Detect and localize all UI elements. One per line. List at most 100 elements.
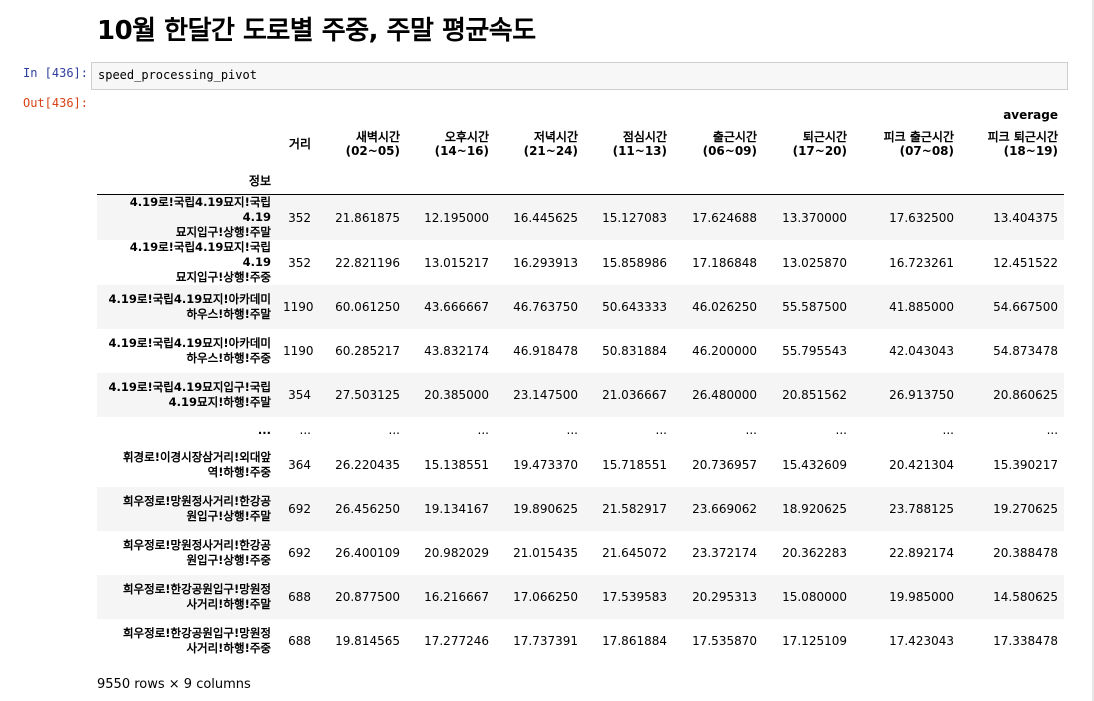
table-cell: 17.186848	[692, 255, 757, 270]
table-cell: ...	[655, 423, 667, 437]
table-cell: 352	[288, 210, 311, 225]
row-index-line1: 희우정로!한강공원입구!망원정	[122, 626, 271, 640]
column-header-line1: 피크 퇴근시간	[987, 130, 1059, 144]
table-cell: 50.643333	[602, 300, 667, 314]
table-row: 4.19로!국립4.19묘지입구!국립 4.19묘지!하행!주말 354 27.503…	[97, 373, 1065, 417]
table-cell: 688	[288, 634, 311, 648]
table-cell: 13.404375	[993, 210, 1059, 225]
column-header-line1: 점심시간	[622, 130, 667, 144]
table-cell: 12.195000	[424, 210, 489, 225]
table-cell: ...	[388, 423, 400, 437]
column-header-line1: 저녁시간	[533, 130, 578, 144]
row-index: 4.19로!국립4.19묘지!국립4.19 묘지입구!상행!주말	[97, 195, 277, 241]
table-cell: 15.432609	[782, 458, 847, 472]
table-cell: 50.831884	[602, 344, 667, 358]
table-row: 희우정로!망원정사거리!한강공 원입구!상행!주말 692 26.456250 19.1…	[97, 487, 1065, 531]
table-cell: 19.473370	[513, 458, 578, 472]
table-cell: ...	[299, 423, 311, 437]
table-row: 4.19로!국립4.19묘지!아카데미 하우스!하행!주중 1190 60.28521…	[97, 329, 1064, 373]
table-cell: 20.982029	[424, 546, 489, 560]
table-cell: 14.580625	[993, 590, 1059, 604]
table-cell: 54.873478	[993, 344, 1059, 358]
row-index-line2: 원입구!상행!주중	[186, 553, 271, 567]
table-cell: ...	[835, 423, 847, 437]
dataframe-output: average 거리 새벽시간 (02~05) 오후시간 (14~16) 저녁시간 (21~…	[97, 100, 1065, 664]
column-header: 새벽시간 (02~05)	[317, 122, 406, 166]
output-prompt: Out[436]:	[22, 96, 88, 110]
table-body: 4.19로!국립4.19묘지!국립4.19 묘지입구!상행!주말 352 21.861…	[97, 194, 1065, 664]
row-index-line2: 사거리!하행!주중	[186, 641, 271, 655]
column-header-line2: (07~08)	[899, 144, 954, 158]
table-cell: 15.390217	[993, 458, 1059, 472]
row-index: 4.19로!국립4.19묘지입구!국립 4.19묘지!하행!주말	[97, 373, 277, 417]
row-index-line2: 역!하행!주중	[207, 465, 271, 479]
table-cell: ...	[1046, 423, 1059, 437]
table-cell: 20.860625	[993, 388, 1059, 402]
row-index: 희우정로!한강공원입구!망원정 사거리!하행!주말	[97, 575, 277, 619]
table-cell: 46.763750	[513, 300, 578, 314]
column-header: 피크 출근시간 (07~08)	[853, 122, 960, 166]
column-header-line1: 새벽시간	[355, 130, 400, 144]
row-index: 4.19로!국립4.19묘지!아카데미 하우스!하행!주중	[97, 329, 277, 373]
table-cell: 17.423043	[889, 634, 954, 648]
index-name: 정보	[97, 166, 277, 195]
table-cell: 20.877500	[335, 590, 400, 604]
table-cell: 27.503125	[335, 388, 400, 402]
table-cell: 22.892174	[889, 546, 954, 560]
input-prompt: In [436]:	[22, 66, 88, 80]
table-row: 4.19로!국립4.19묘지!국립4.19 묘지입구!상행!주중 352 22.821…	[97, 240, 1064, 285]
table-cell: 55.795543	[782, 344, 847, 358]
table-cell: 17.277246	[424, 634, 489, 648]
table-cell: 15.718551	[602, 458, 667, 472]
column-header: 저녁시간 (21~24)	[495, 122, 584, 166]
column-header-line2: (11~13)	[612, 144, 667, 158]
table-cell: 17.737391	[513, 634, 578, 648]
column-header-line2: (06~09)	[702, 144, 757, 158]
row-index-line2: 묘지입구!상행!주중	[175, 270, 271, 284]
table-cell: 20.736957	[692, 458, 757, 472]
table-cell: 26.400109	[335, 546, 400, 560]
table-cell: 17.066250	[513, 590, 578, 604]
row-index-line1: 희우정로!망원정사거리!한강공	[122, 538, 271, 552]
table-cell: ...	[745, 423, 757, 437]
table-row: 4.19로!국립4.19묘지!국립4.19 묘지입구!상행!주말 352 21.861…	[97, 194, 1065, 241]
column-header-line2: (14~16)	[434, 144, 489, 158]
table-cell: 19.985000	[889, 590, 954, 604]
row-index-line2: 묘지입구!상행!주말	[175, 225, 271, 239]
table-row: 휘경로!이경시장삼거리!외대앞 역!하행!주중 364 26.220435 15.138…	[97, 443, 1064, 487]
column-header-line2: (21~24)	[523, 144, 578, 158]
table-cell: 15.080000	[782, 590, 847, 604]
row-index-line2: 원입구!상행!주말	[186, 509, 271, 523]
row-index: 휘경로!이경시장삼거리!외대앞 역!하행!주중	[97, 443, 277, 487]
row-index-line1: 휘경로!이경시장삼거리!외대앞	[122, 450, 271, 464]
table-cell: 17.624688	[692, 210, 757, 225]
table-cell: 43.666667	[424, 300, 489, 314]
table-cell: 12.451522	[993, 255, 1059, 270]
table-cell: 60.061250	[335, 300, 400, 314]
table-cell: 23.372174	[692, 546, 757, 560]
table-row: 4.19로!국립4.19묘지!아카데미 하우스!하행!주말 1190 60.06125…	[97, 285, 1065, 329]
code-cell-input[interactable]: speed_processing_pivot	[91, 62, 1068, 90]
column-header-line1: 거리	[288, 137, 311, 151]
table-cell: 23.147500	[513, 388, 578, 402]
table-cell: 352	[288, 255, 311, 270]
table-cell: 17.539583	[602, 590, 667, 604]
table-cell: 20.851562	[782, 388, 847, 402]
table-cell: 46.026250	[692, 300, 757, 314]
row-index: 4.19로!국립4.19묘지!국립4.19 묘지입구!상행!주중	[97, 240, 277, 285]
row-index: 희우정로!망원정사거리!한강공 원입구!상행!주말	[97, 487, 277, 531]
column-header-line1: 오후시간	[444, 130, 489, 144]
table-cell: 19.890625	[513, 502, 578, 516]
column-header-line1: 피크 출근시간	[883, 130, 954, 144]
table-cell: ...	[566, 423, 578, 437]
table-cell: 20.385000	[424, 388, 489, 402]
column-header-line2: (17~20)	[792, 144, 847, 158]
table-cell: 364	[288, 458, 311, 472]
row-index: 희우정로!망원정사거리!한강공 원입구!상행!주중	[97, 531, 277, 575]
column-header: 오후시간 (14~16)	[406, 122, 495, 166]
table-cell: 21.645072	[602, 546, 667, 560]
table-cell: 46.200000	[692, 344, 757, 358]
table-cell: 60.285217	[335, 344, 400, 358]
table-cell: 692	[288, 502, 311, 516]
column-header-line1: 퇴근시간	[802, 130, 847, 144]
